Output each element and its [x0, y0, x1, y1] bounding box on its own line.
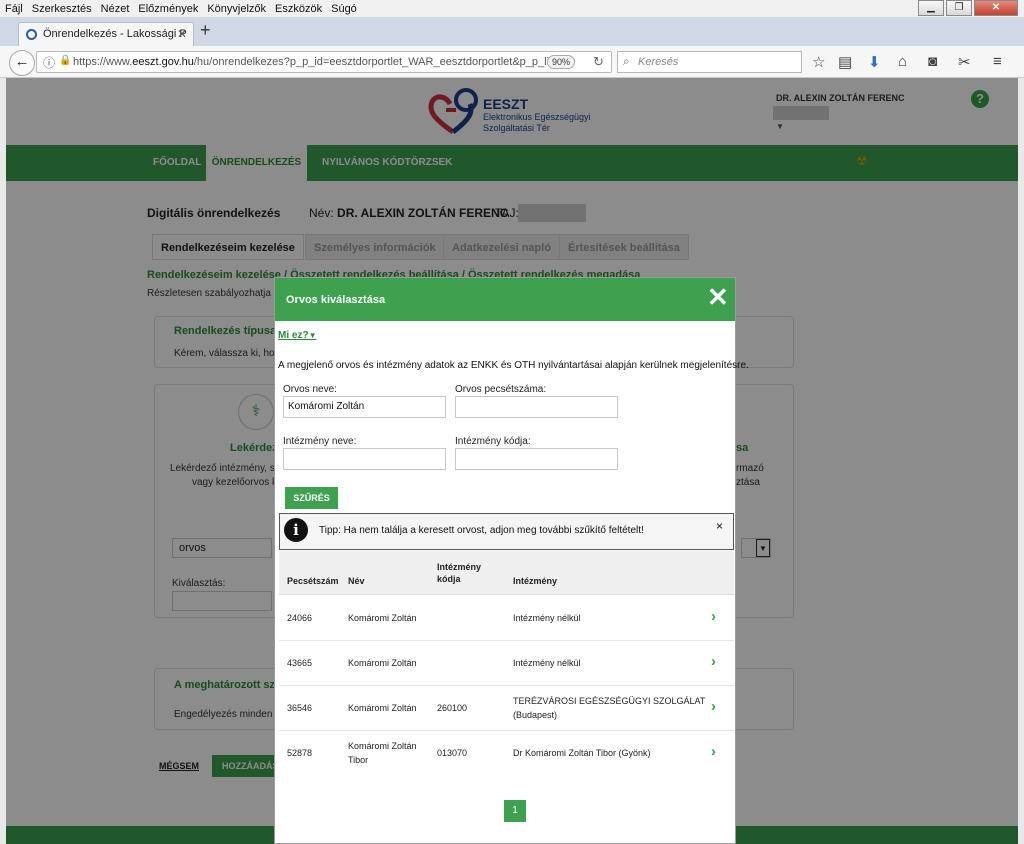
table-row[interactable]: 36546 Komáromi Zoltán 260100 TERÉZVÁROSI…: [279, 686, 734, 731]
browser-search-box[interactable]: ⌕ Keresés: [617, 51, 802, 73]
window-controls: ▁ ❐ ✕: [918, 0, 1018, 18]
page-1-button[interactable]: 1: [504, 800, 526, 822]
browser-tab[interactable]: Önrendelkezés - Lakossági P ✕: [18, 22, 194, 46]
results-table-header: Pecsétszám Név Intézmény kódja Intézmény: [279, 551, 734, 595]
doctor-select-modal: Orvos kiválasztása ✕ Mi ez?▼ A megjelenő…: [274, 277, 749, 844]
pocket-icon[interactable]: ◙: [928, 53, 937, 70]
page-scrollbar[interactable]: [1018, 78, 1024, 844]
menu-view[interactable]: Nézet: [96, 0, 134, 15]
cell-kod: 013070: [437, 748, 468, 758]
cell-pecsetszam: 52878: [287, 748, 313, 758]
intezmeny-kodja-label: Intézmény kódja:: [455, 436, 531, 447]
info-icon[interactable]: ⓘ: [43, 54, 55, 71]
modal-header: Orvos kiválasztása ✕: [275, 278, 735, 321]
cell-kod: 260100: [437, 703, 468, 713]
new-tab-icon[interactable]: +: [200, 20, 211, 41]
filter-button[interactable]: SZŰRÉS: [285, 487, 338, 509]
zoom-badge[interactable]: 90%: [547, 55, 575, 69]
cell-pecsetszam: 24066: [287, 613, 313, 623]
minimize-button[interactable]: ▁: [918, 0, 944, 16]
site-favicon-icon: [26, 29, 37, 40]
pecsetszam-input[interactable]: [455, 396, 618, 418]
close-window-button[interactable]: ✕: [974, 0, 1018, 16]
chevron-right-icon[interactable]: ›: [711, 608, 716, 625]
chevron-right-icon[interactable]: ›: [711, 653, 716, 670]
modal-info-text: A megjelenő orvos és intézmény adatok az…: [278, 360, 749, 371]
col-intezmeny: Intézmény: [513, 576, 558, 586]
reload-icon[interactable]: ↻: [593, 54, 604, 70]
search-placeholder: Keresés: [638, 56, 679, 68]
url-bar[interactable]: ⓘ 🔒 https://www.eeszt.gov.hu/hu/onrendel…: [36, 51, 612, 73]
table-row[interactable]: 43665 Komáromi Zoltán Intézmény nélkül ›: [279, 641, 734, 686]
chevron-right-icon[interactable]: ›: [711, 743, 716, 760]
extension-icon[interactable]: ✂: [958, 53, 971, 71]
magnifier-icon: ⌕: [623, 54, 630, 68]
download-arrow-icon[interactable]: ⬇: [868, 53, 881, 71]
cell-nev: Komáromi Zoltán Tibor: [348, 741, 417, 765]
menu-history[interactable]: Előzmények: [133, 0, 202, 15]
table-row[interactable]: 52878 Komáromi Zoltán Tibor 013070 Dr Kom…: [279, 731, 734, 776]
close-icon[interactable]: ✕: [707, 284, 729, 310]
maximize-button[interactable]: ❐: [946, 0, 972, 16]
close-tab-icon[interactable]: ✕: [177, 27, 187, 41]
cell-nev: Komáromi Zoltán: [348, 703, 417, 713]
menu-help[interactable]: Súgó: [326, 0, 361, 15]
tab-bar: Önrendelkezés - Lakossági P ✕ +: [0, 18, 1024, 46]
bookmark-star-icon[interactable]: ☆: [812, 53, 825, 71]
what-is-this-link[interactable]: Mi ez?▼: [278, 330, 316, 341]
modal-title: Orvos kiválasztása: [286, 294, 386, 306]
navigation-bar: ← ⓘ 🔒 https://www.eeszt.gov.hu/hu/onrend…: [0, 46, 1024, 78]
info-icon: i: [284, 518, 308, 542]
tip-text: Tipp: Ha nem találja a keresett orvost, …: [319, 525, 644, 536]
chevron-down-icon: ▼: [308, 331, 317, 340]
lock-icon: 🔒: [59, 55, 72, 66]
menu-bookmarks[interactable]: Könyvjelzők: [202, 0, 270, 15]
col-nev: Név: [348, 576, 365, 586]
hamburger-menu-icon[interactable]: ≡: [993, 53, 1002, 70]
cell-intezmeny: TERÉZVÁROSI EGÉSZSÉGÜGYI SZOLGÁLAT (Budap…: [513, 696, 706, 720]
cell-nev: Komáromi Zoltán: [348, 658, 417, 668]
menu-bar: Fájl Szerkesztés Nézet Előzmények Könyvjelző…: [0, 0, 1024, 18]
back-arrow-icon[interactable]: ←: [9, 50, 35, 76]
reader-list-icon[interactable]: ▤: [838, 53, 852, 71]
cell-intezmeny: Intézmény nélkül: [513, 658, 581, 668]
tip-close-icon[interactable]: ×: [716, 519, 723, 533]
chevron-right-icon[interactable]: ›: [711, 698, 716, 715]
home-icon[interactable]: ⌂: [898, 53, 907, 70]
tip-box: i Tipp: Ha nem találja a keresett orvost…: [279, 513, 734, 550]
intezmeny-neve-input[interactable]: [283, 448, 446, 470]
col-intezmeny-kodja: Intézmény kódja: [437, 562, 482, 584]
cell-pecsetszam: 43665: [287, 658, 313, 668]
menu-edit[interactable]: Szerkesztés: [27, 0, 96, 15]
cell-intezmeny: Intézmény nélkül: [513, 613, 581, 623]
cell-pecsetszam: 36546: [287, 703, 313, 713]
url-text: https://www.eeszt.gov.hu/hu/onrendelkeze…: [73, 56, 553, 68]
orvos-neve-input[interactable]: Komáromi Zoltán: [283, 396, 446, 418]
table-row[interactable]: 24066 Komáromi Zoltán Intézmény nélkül ›: [279, 596, 734, 641]
tab-title: Önrendelkezés - Lakossági P: [43, 28, 187, 40]
pecsetszam-label: Orvos pecsétszáma:: [455, 384, 547, 395]
intezmeny-kodja-input[interactable]: [455, 448, 618, 470]
orvos-neve-label: Orvos neve:: [283, 384, 337, 395]
cell-intezmeny: Dr Komáromi Zoltán Tibor (Gyönk): [513, 748, 651, 758]
col-pecsetszam: Pecsétszám: [287, 576, 339, 586]
menu-tools[interactable]: Eszközök: [270, 0, 326, 15]
cell-nev: Komáromi Zoltán: [348, 613, 417, 623]
intezmeny-neve-label: Intézmény neve:: [283, 436, 357, 447]
menu-file[interactable]: Fájl: [0, 0, 27, 15]
